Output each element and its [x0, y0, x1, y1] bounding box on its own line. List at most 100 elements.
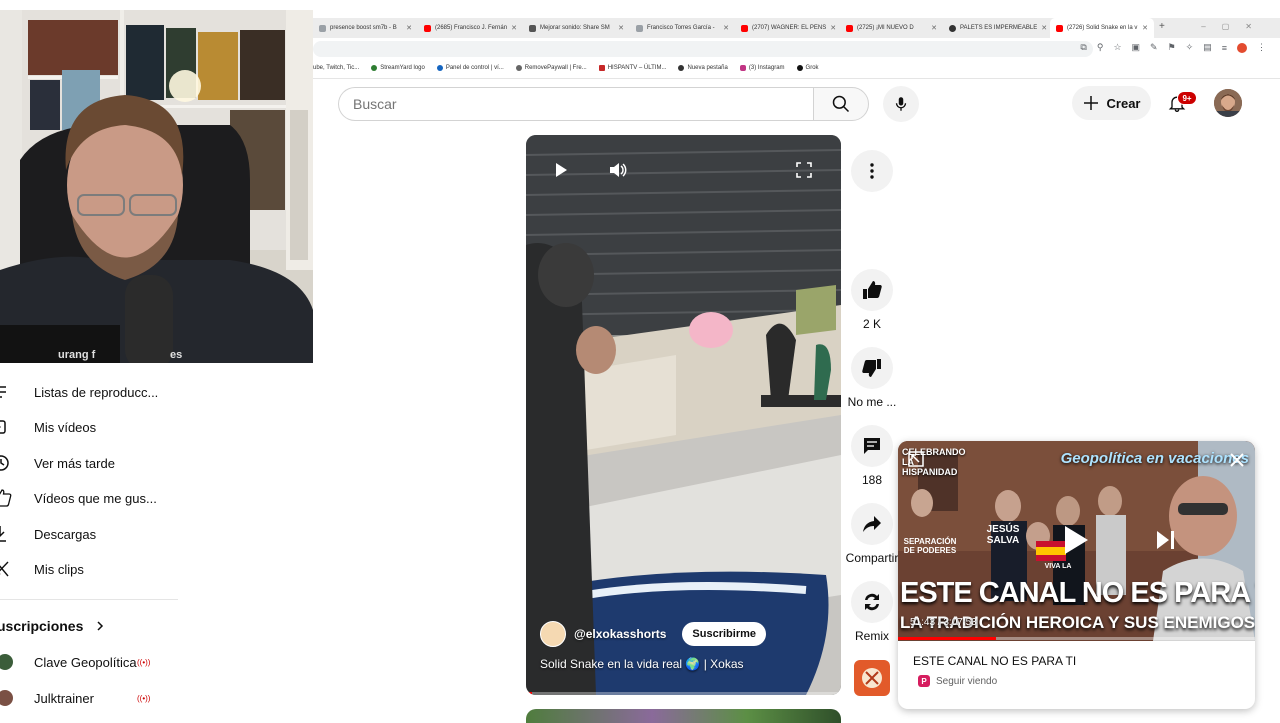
download-icon [0, 525, 12, 543]
short-progress-bar[interactable] [526, 692, 841, 695]
short-video-player[interactable]: @elxokasshorts Suscribirme Solid Snake e… [526, 135, 841, 695]
mini-player-video[interactable]: CELEBRANDO LA HISPANIDAD Geopolítica en … [898, 441, 1255, 641]
next-short-preview[interactable] [526, 709, 841, 723]
close-icon[interactable] [1230, 453, 1244, 467]
bookmark-label: (3) Instagram [748, 65, 785, 71]
thumbnail-sign: VIVA LA [1044, 563, 1072, 570]
sidepanel-icon[interactable]: ▤ [1203, 42, 1212, 53]
comments-button[interactable] [851, 425, 893, 467]
extension-icon[interactable]: ▣ [1132, 42, 1141, 53]
fullscreen-button[interactable] [793, 159, 815, 181]
new-tab-button[interactable]: + [1159, 21, 1165, 32]
search-input[interactable] [353, 96, 793, 112]
audio-track-thumbnail[interactable] [854, 660, 890, 696]
url-field[interactable] [313, 41, 1093, 57]
close-tab-icon[interactable]: ✕ [618, 24, 630, 32]
channel-name: Clave Geopolítica [34, 654, 137, 670]
sidebar-item-my-videos[interactable]: Mis vídeos [0, 409, 180, 445]
browser-tab[interactable]: (2725) ¡MI NUEVO D ✕ [840, 18, 943, 38]
skip-next-icon[interactable] [1156, 530, 1176, 550]
short-title[interactable]: Solid Snake en la vida real 🌍 | Xokas [540, 657, 744, 671]
sidebar-item-my-clips[interactable]: Mis clips [0, 551, 180, 587]
close-tab-icon[interactable]: ✕ [931, 24, 943, 32]
bookmark-item[interactable]: StreamYard logo [371, 65, 425, 71]
volume-button[interactable] [607, 159, 629, 181]
zoom-icon[interactable]: ⚲ [1097, 42, 1104, 53]
close-tab-icon[interactable]: ✕ [406, 24, 418, 32]
mini-player-title[interactable]: ESTE CANAL NO ES PARA TI [913, 654, 1076, 668]
notification-badge: 9+ [1177, 91, 1197, 105]
tab-favicon-icon [741, 24, 748, 32]
sidebar-channel-julktrainer[interactable]: Julktrainer ((•)) [0, 680, 180, 716]
voice-search-button[interactable] [883, 86, 919, 122]
extension-icon[interactable]: ⚑ [1168, 42, 1176, 53]
browser-tab[interactable]: (2707) WAGNER: EL PENS ✕ [735, 18, 840, 38]
browser-tab[interactable]: Mejorar sonido: Share SM ✕ [523, 18, 630, 38]
comment-icon [864, 438, 880, 454]
bookmark-star-icon[interactable]: ☆ [1113, 42, 1121, 53]
sidebar-item-label: Ver más tarde [34, 455, 115, 471]
browser-tab-active[interactable]: (2726) Solid Snake en la v ✕ [1050, 18, 1154, 38]
browser-tab[interactable]: presence boost sm7b - B ✕ [313, 18, 418, 38]
share-button[interactable] [851, 503, 893, 545]
extension-icon[interactable]: ✎ [1150, 42, 1158, 53]
audio-track-icon [862, 668, 882, 688]
bookmark-item[interactable]: (3) Instagram [739, 65, 785, 71]
sidebar-item-watch-later[interactable]: Ver más tarde [0, 445, 180, 481]
dislike-button[interactable] [851, 347, 893, 389]
bookmark-item[interactable]: Nueva pestaña [678, 65, 728, 71]
close-tab-icon[interactable]: ✕ [830, 24, 840, 32]
browser-tab[interactable]: Francisco Torres García - ✕ [630, 18, 735, 38]
sidebar-item-label: Descargas [34, 526, 97, 542]
thumb-up-icon [863, 281, 882, 299]
expand-miniplayer-icon[interactable] [908, 451, 924, 467]
sidebar-channel-clave-geopolitica[interactable]: Clave Geopolítica ((•)) [0, 644, 180, 680]
close-tab-icon[interactable]: ✕ [511, 24, 523, 32]
play-button[interactable] [550, 159, 572, 181]
bookmark-label: Panel de control | ví... [445, 65, 504, 71]
bookmark-item[interactable]: HISPANTV – ÚLTIM... [598, 65, 666, 71]
remix-button[interactable] [851, 581, 893, 623]
browser-tab-bar: presence boost sm7b - B ✕ (2685) Francisc… [313, 18, 1280, 38]
sidebar-item-downloads[interactable]: Descargas [0, 516, 180, 552]
avatar[interactable] [1214, 89, 1242, 117]
search-button[interactable] [813, 87, 869, 121]
sidebar-item-playlists[interactable]: Listas de reproducc... [0, 374, 180, 410]
bookmark-item[interactable]: ube, Twitch, Tic... [313, 65, 359, 71]
close-tab-icon[interactable]: ✕ [1041, 24, 1050, 32]
mini-player-progress-bar[interactable] [898, 637, 1255, 640]
short-channel-avatar[interactable] [540, 621, 566, 647]
mini-player[interactable]: CELEBRANDO LA HISPANIDAD Geopolítica en … [898, 441, 1255, 709]
tab-favicon-icon [636, 24, 643, 32]
extensions-puzzle-icon[interactable]: ✧ [1186, 42, 1194, 53]
browser-menu-icon[interactable]: ⋮ [1257, 42, 1266, 53]
bookmark-label: Nueva pestaña [687, 65, 728, 71]
close-tab-icon[interactable]: ✕ [723, 24, 735, 32]
bookmark-label: StreamYard logo [380, 65, 425, 71]
tab-label: (2685) Francisco J. Fernán [435, 25, 508, 31]
subscriptions-heading[interactable]: uscripciones [0, 612, 105, 640]
thumb-down-icon [862, 359, 881, 377]
thumb-up-icon [0, 489, 12, 507]
tab-label: Mejorar sonido: Share SM [540, 25, 610, 31]
bookmark-item[interactable]: Panel de control | ví... [436, 65, 504, 71]
window-controls[interactable]: –▢✕ [1201, 22, 1268, 31]
create-button[interactable]: Crear [1072, 86, 1151, 120]
subscribe-button[interactable]: Suscribirme [682, 622, 767, 646]
bookmark-item[interactable]: RemovePaywall | Fre... [515, 65, 587, 71]
sidebar-item-label: Mis vídeos [34, 419, 97, 435]
play-icon[interactable] [1063, 525, 1089, 555]
sidebar-item-liked-videos[interactable]: Vídeos que me gus... [0, 480, 180, 516]
tab-favicon-icon [1056, 24, 1063, 32]
downloads-icon[interactable]: ≡ [1222, 43, 1227, 53]
more-options-button[interactable] [851, 150, 893, 192]
bookmark-item[interactable]: Grok [796, 65, 819, 71]
channel-avatar [0, 654, 13, 670]
like-button[interactable] [851, 269, 893, 311]
close-tab-icon[interactable]: ✕ [1142, 24, 1154, 32]
browser-tab[interactable]: (2685) Francisco J. Fernán ✕ [418, 18, 523, 38]
browser-tab[interactable]: PALETS ES IMPERMEABLE ✕ [943, 18, 1050, 38]
install-app-icon[interactable]: ⧉ [1080, 42, 1086, 53]
short-channel-handle[interactable]: @elxokasshorts [574, 627, 666, 641]
profile-icon[interactable] [1237, 42, 1247, 53]
